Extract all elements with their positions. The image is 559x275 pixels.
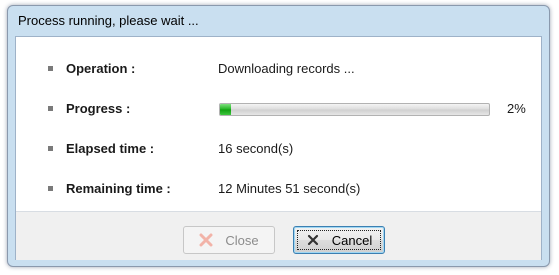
square-bullet-icon [48,66,53,71]
progress-bar-fill [220,104,231,115]
dialog-window: Process running, please wait ... Operati… [7,5,550,267]
progress-label: Progress : [66,101,131,116]
elapsed-label: Elapsed time : [66,141,155,156]
title-bar[interactable]: Process running, please wait ... [8,6,549,36]
button-bar: Close Cancel [16,212,541,260]
operation-row: Operation : Downloading records ... [16,59,541,79]
operation-value: Downloading records ... [218,61,355,76]
focus-ring [297,230,381,250]
close-button[interactable]: Close [183,226,275,254]
elapsed-row: Elapsed time : 16 second(s) [16,139,541,159]
dialog-content: Operation : Downloading records ... Prog… [15,36,542,260]
operation-label: Operation : [66,61,136,76]
elapsed-value: 16 second(s) [218,141,294,156]
remaining-value: 12 Minutes 51 second(s) [218,181,361,196]
progress-bar [219,103,490,116]
square-bullet-icon [48,146,53,151]
progress-row: Progress : 2% [16,99,541,119]
close-button-label: Close [225,232,259,248]
remaining-label: Remaining time : [66,181,171,196]
square-bullet-icon [48,186,53,191]
square-bullet-icon [48,106,53,111]
window-title: Process running, please wait ... [18,13,199,28]
cancel-button[interactable]: Cancel [293,226,385,254]
close-x-icon [199,233,213,247]
remaining-row: Remaining time : 12 Minutes 51 second(s) [16,179,541,199]
progress-percent: 2% [507,101,526,116]
